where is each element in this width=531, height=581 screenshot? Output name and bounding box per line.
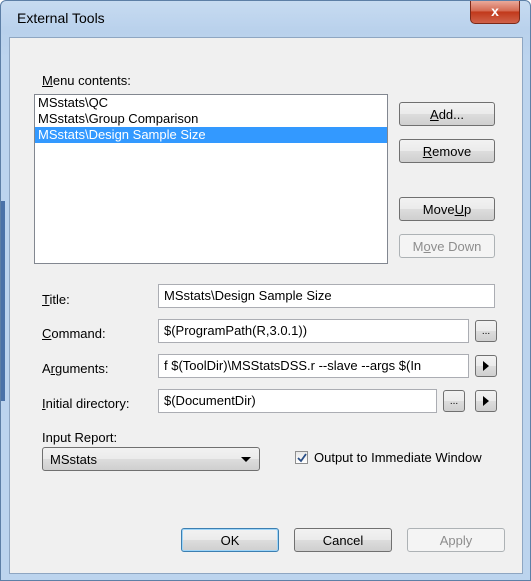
list-item[interactable]: MSstats\Group Comparison (35, 111, 387, 127)
title-field[interactable]: MSstats\Design Sample Size (158, 284, 495, 308)
title-bar[interactable]: External Tools x (1, 1, 530, 37)
command-browse-button[interactable]: ... (475, 320, 497, 342)
window-title: External Tools (17, 10, 105, 26)
cancel-button[interactable]: Cancel (294, 528, 392, 552)
dialog-client-area: Menu contents: MSstats\QC MSstats\Group … (9, 37, 523, 574)
output-immediate-label[interactable]: Output to Immediate Window (314, 450, 482, 465)
menu-contents-label: Menu contents: (42, 73, 131, 88)
input-report-dropdown[interactable]: MSstats (42, 447, 260, 471)
ok-button[interactable]: OK (181, 528, 279, 552)
initial-directory-field[interactable]: $(DocumentDir) (158, 389, 437, 413)
output-immediate-checkbox[interactable] (295, 451, 308, 464)
command-field[interactable]: $(ProgramPath(R,3.0.1)) (158, 319, 469, 343)
apply-button[interactable]: Apply (407, 528, 505, 552)
initial-directory-browse-button[interactable]: ... (443, 390, 465, 412)
initial-directory-macro-button[interactable] (475, 390, 497, 412)
arguments-field[interactable]: f $(ToolDir)\MSStatsDSS.r --slave --args… (158, 354, 469, 378)
ellipsis-icon: ... (481, 325, 491, 337)
input-report-selected: MSstats (50, 452, 97, 467)
play-triangle-icon (483, 396, 489, 406)
list-item-selected[interactable]: MSstats\Design Sample Size (35, 127, 387, 143)
title-label: Title: (42, 292, 70, 307)
close-icon: x (491, 3, 499, 19)
play-triangle-icon (483, 361, 489, 371)
move-down-button[interactable]: Mo ve Down (399, 234, 495, 258)
initial-directory-label: Initial directory: (42, 396, 130, 411)
close-button[interactable]: x (470, 1, 520, 24)
chevron-down-icon (241, 457, 251, 462)
remove-button[interactable]: Remove (399, 139, 495, 163)
list-item[interactable]: MSstats\QC (35, 95, 387, 111)
command-label: Command: (42, 326, 106, 341)
external-tools-window: External Tools x Menu contents: MSstats\… (0, 0, 531, 581)
arguments-macro-button[interactable] (475, 355, 497, 377)
move-up-button[interactable]: Move Up (399, 197, 495, 221)
input-report-label: Input Report: (42, 430, 118, 445)
arguments-label: Arguments: (42, 361, 109, 376)
menu-contents-list[interactable]: MSstats\QC MSstats\Group Comparison MSst… (34, 94, 388, 264)
ellipsis-icon: ... (449, 395, 459, 407)
checkmark-icon (297, 453, 307, 463)
background-strip (1, 201, 5, 401)
add-button[interactable]: Add... (399, 102, 495, 126)
